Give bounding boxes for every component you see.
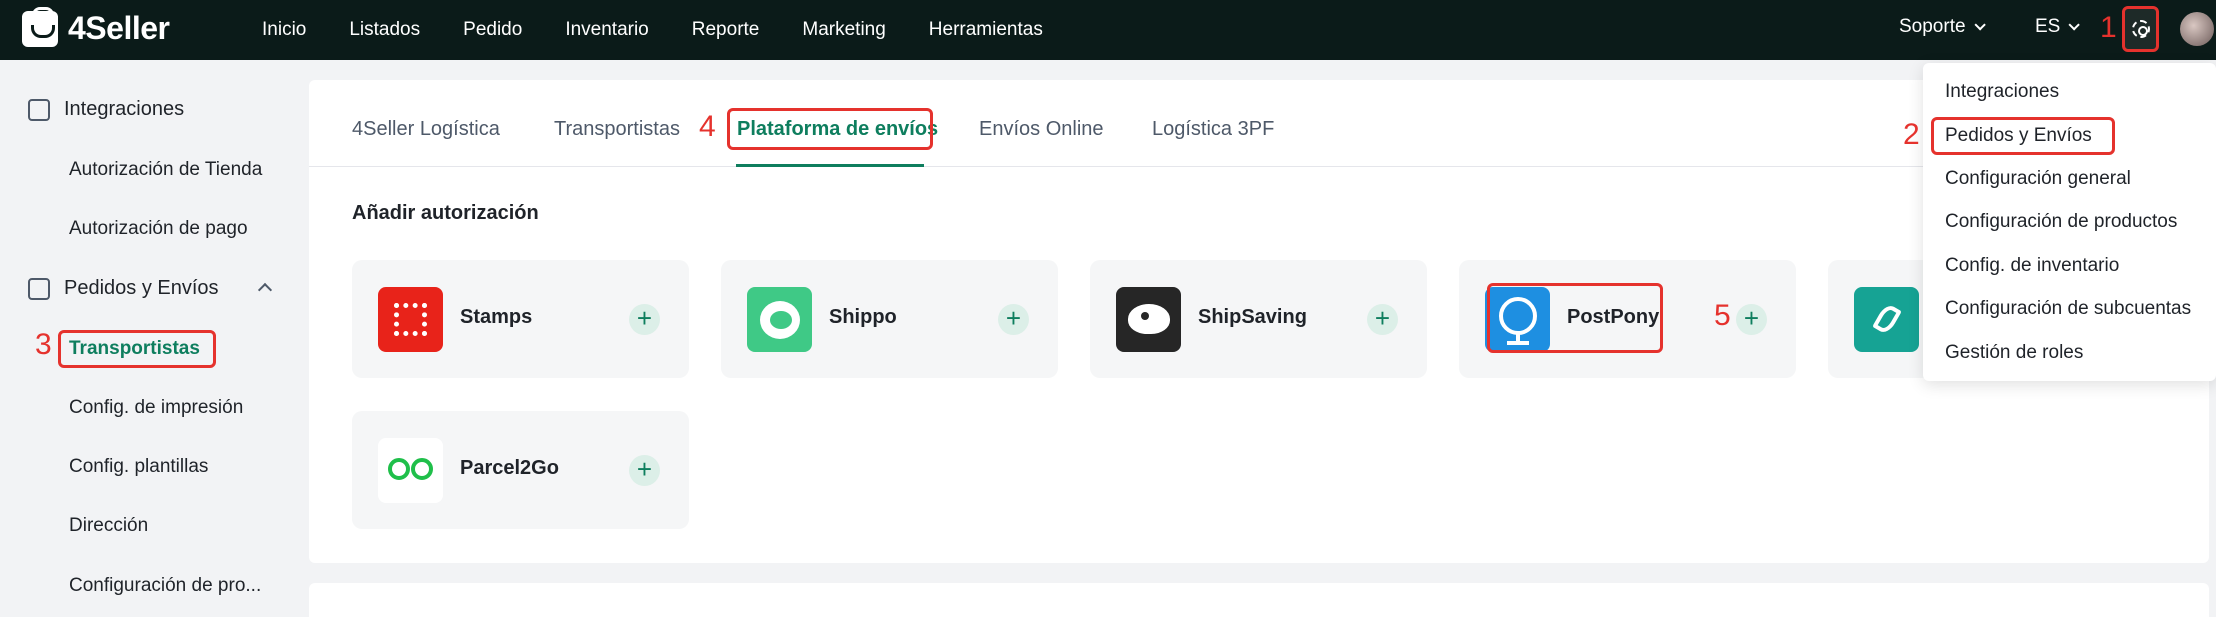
carrier-card-stamps: Stamps + [352,260,689,378]
add-icon[interactable]: + [1736,304,1767,335]
tab-logistica-3pf[interactable]: Logística 3PF [1152,118,1274,141]
nav-item-listados[interactable]: Listados [349,19,420,41]
add-icon[interactable]: + [629,455,660,486]
sidebar-group-label: Pedidos y Envíos [64,277,219,299]
carrier-logo-icon [1854,287,1919,352]
chevron-down-icon [1974,19,1986,31]
menu-item-configuracion-productos[interactable]: Configuración de productos [1945,211,2177,233]
nav-item-pedido[interactable]: Pedido [463,19,522,41]
add-icon[interactable]: + [629,304,660,335]
carrier-name: ShipSaving [1198,306,1307,328]
shopping-bag-icon [22,6,58,47]
sidebar-item-config-impresion[interactable]: Config. de impresión [69,397,243,419]
carrier-card-shippo: Shippo + [721,260,1058,378]
highlight-box [58,330,216,368]
tab-4seller-logistica[interactable]: 4Seller Logística [352,118,500,141]
store-icon [28,98,50,121]
stamps-logo-icon [378,287,443,352]
tab-envios-online[interactable]: Envíos Online [979,118,1104,141]
active-tab-indicator [736,164,924,167]
shippo-logo-icon [747,287,812,352]
annotation-3: 3 [35,328,52,361]
menu-item-gestion-roles[interactable]: Gestión de roles [1945,342,2083,364]
highlight-box [1487,283,1663,353]
secondary-panel [309,583,2209,617]
top-navbar: 4Seller Inicio Listados Pedido Inventari… [0,0,2216,60]
carrier-card-shipsaving: ShipSaving + [1090,260,1427,378]
sidebar-item-config-productos[interactable]: Configuración de pro... [69,575,261,597]
settings-button[interactable] [2122,6,2159,52]
carrier-card-parcel2go: Parcel2Go + [352,411,689,529]
gear-icon [2131,20,2150,38]
brand-logo[interactable]: 4Seller [22,6,170,47]
annotation-2: 2 [1903,118,1920,151]
section-title: Añadir autorización [352,202,539,224]
avatar[interactable] [2180,12,2214,46]
highlight-box [727,108,933,150]
sidebar-item-config-plantillas[interactable]: Config. plantillas [69,456,208,478]
annotation-1: 1 [2100,11,2117,44]
annotation-5: 5 [1714,299,1731,332]
sidebar-item-autorizacion-pago[interactable]: Autorización de pago [69,218,248,240]
add-icon[interactable]: + [998,304,1029,335]
sidebar-group-integraciones[interactable]: Integraciones [28,98,184,121]
parcel2go-logo-icon [378,438,443,503]
carrier-name: Shippo [829,306,897,328]
chevron-down-icon [2068,19,2081,31]
support-dropdown[interactable]: Soporte [1899,16,1986,38]
menu-item-configuracion-general[interactable]: Configuración general [1945,168,2131,190]
nav-item-reporte[interactable]: Reporte [692,19,760,41]
nav-item-marketing[interactable]: Marketing [802,19,885,41]
annotation-4: 4 [699,110,716,143]
add-icon[interactable]: + [1367,304,1398,335]
menu-item-configuracion-subcuentas[interactable]: Configuración de subcuentas [1945,298,2191,320]
nav-item-inicio[interactable]: Inicio [262,19,306,41]
tab-transportistas[interactable]: Transportistas [554,118,680,141]
shipsaving-logo-icon [1116,287,1181,352]
sidebar-group-label: Integraciones [64,98,185,120]
clipboard-icon [28,277,50,300]
menu-item-config-inventario[interactable]: Config. de inventario [1945,255,2119,277]
sidebar-item-direccion[interactable]: Dirección [69,515,148,537]
support-label: Soporte [1899,16,1966,37]
settings-menu: Integraciones Pedidos y Envíos Configura… [1923,63,2216,381]
language-label: ES [2035,16,2061,37]
sidebar-group-pedidos-envios[interactable]: Pedidos y Envíos [28,277,219,300]
menu-item-integraciones[interactable]: Integraciones [1945,81,2059,103]
language-dropdown[interactable]: ES [2035,16,2081,38]
carrier-name: Parcel2Go [460,457,559,479]
nav-item-herramientas[interactable]: Herramientas [929,19,1043,41]
brand-name: 4Seller [68,10,170,46]
nav-item-inventario[interactable]: Inventario [565,19,648,41]
sidebar-item-autorizacion-tienda[interactable]: Autorización de Tienda [69,159,262,181]
carrier-name: Stamps [460,306,533,328]
main-nav: Inicio Listados Pedido Inventario Report… [262,0,1086,60]
highlight-box [1931,117,2115,155]
